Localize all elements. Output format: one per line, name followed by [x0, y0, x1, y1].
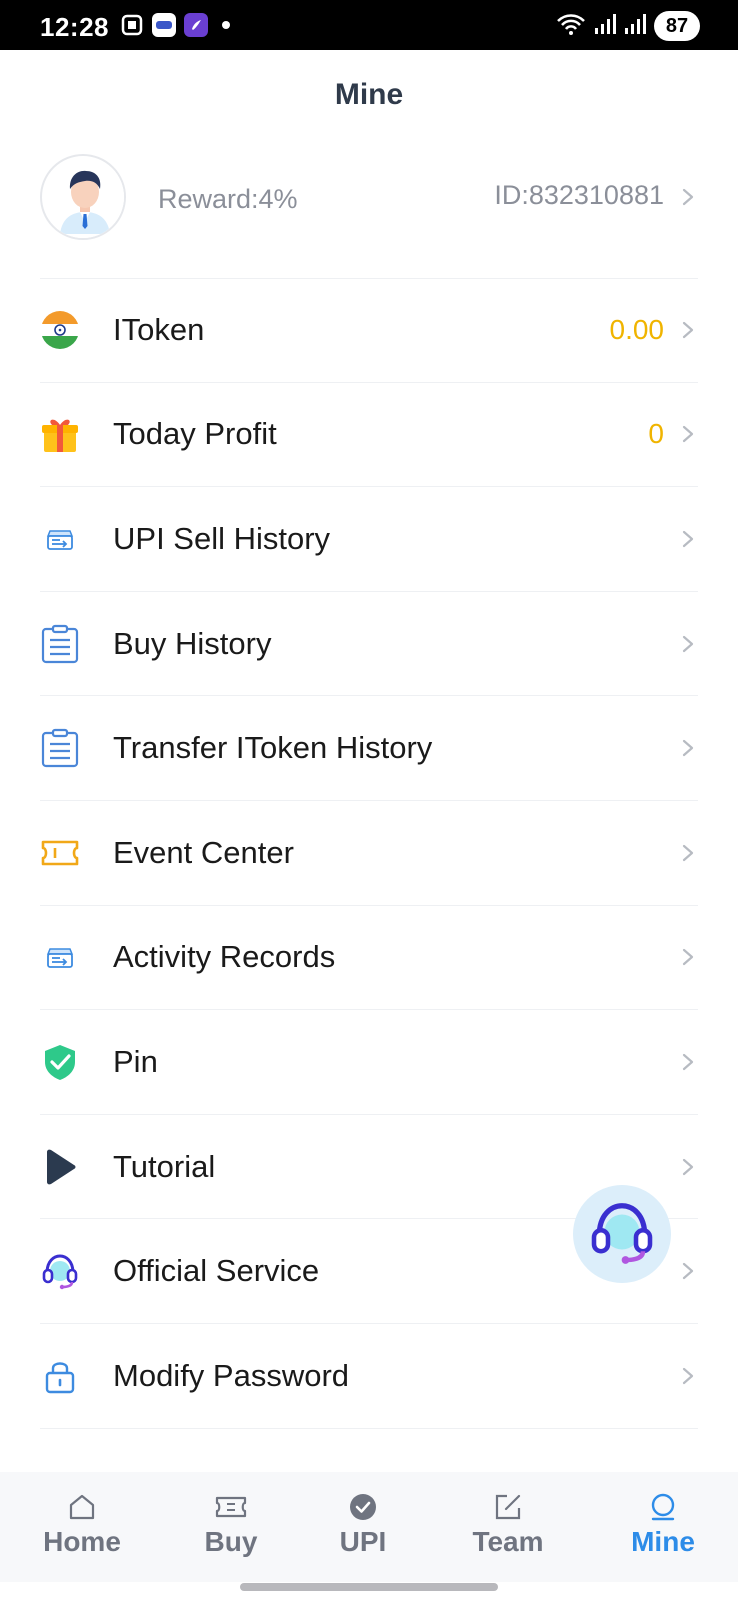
ticket-icon: [40, 833, 80, 873]
menu-item-label: Pin: [113, 1043, 158, 1079]
page-title: Mine: [334, 78, 404, 111]
profile-row[interactable]: Reward:4% ID:832310881: [40, 154, 698, 242]
app-notification-icon: [152, 13, 176, 37]
menu-item-buy-history[interactable]: Buy History: [40, 592, 698, 697]
chevron-right-icon: [678, 1157, 698, 1177]
today-profit-value: 0: [648, 418, 664, 450]
app-notification-icon: [184, 13, 208, 37]
menu-item-modify-password[interactable]: Modify Password: [40, 1324, 698, 1429]
nav-label: Team: [472, 1526, 544, 1557]
menu-item-label: Modify Password: [113, 1357, 350, 1393]
clipboard-icon: [40, 624, 80, 664]
user-icon: [603, 1490, 723, 1524]
lock-icon: [40, 1356, 80, 1396]
menu-item-event-center[interactable]: Event Center: [40, 801, 698, 906]
more-notifications-dot: [222, 21, 230, 29]
status-bar: 12:28 87: [0, 0, 738, 50]
reward-rate: Reward:4%: [158, 184, 298, 214]
chevron-right-icon: [678, 187, 698, 207]
status-system-icons: 87: [556, 11, 700, 41]
menu-item-activity-records[interactable]: Activity Records: [40, 906, 698, 1011]
menu-item-pin[interactable]: Pin: [40, 1010, 698, 1115]
india-flag-icon: [40, 310, 80, 350]
chevron-right-icon: [678, 1366, 698, 1386]
chevron-right-icon: [678, 1052, 698, 1072]
transfer-box-icon: [40, 937, 80, 977]
battery-indicator: 87: [654, 11, 700, 41]
chevron-right-icon: [678, 843, 698, 863]
chevron-right-icon: [678, 947, 698, 967]
shield-check-icon: [40, 1042, 80, 1082]
signal-icon: [624, 12, 646, 41]
menu-item-label: Tutorial: [113, 1148, 216, 1184]
screenshot-icon: [120, 13, 144, 37]
nav-label: Mine: [631, 1526, 695, 1557]
menu-item-label: Official Service: [113, 1253, 320, 1289]
nav-item-home[interactable]: Home: [22, 1490, 142, 1558]
edit-icon: [448, 1490, 568, 1524]
user-id: ID:832310881: [494, 180, 664, 210]
nav-label: UPI: [339, 1526, 387, 1557]
menu-item-transfer-itoken-history[interactable]: Transfer IToken History: [40, 696, 698, 801]
menu-item-itoken[interactable]: IToken 0.00: [40, 278, 698, 383]
chevron-right-icon: [678, 529, 698, 549]
nav-item-buy[interactable]: Buy: [171, 1490, 291, 1558]
transfer-box-icon: [40, 519, 80, 559]
chevron-right-icon: [678, 1261, 698, 1281]
nav-item-team[interactable]: Team: [448, 1490, 568, 1558]
gift-icon: [40, 414, 80, 454]
headset-icon: [40, 1251, 80, 1291]
chevron-right-icon: [678, 424, 698, 444]
menu-item-label: Event Center: [113, 834, 294, 870]
wifi-icon: [556, 12, 586, 41]
home-icon: [22, 1490, 142, 1524]
status-time: 12:28: [40, 12, 109, 42]
menu-item-label: IToken: [113, 311, 205, 347]
check-circle-icon: [303, 1490, 423, 1524]
menu-item-label: Transfer IToken History: [113, 730, 433, 766]
chevron-right-icon: [678, 738, 698, 758]
floating-service-button[interactable]: [573, 1185, 671, 1283]
nav-item-mine[interactable]: Mine: [603, 1490, 723, 1558]
home-indicator[interactable]: [240, 1583, 498, 1591]
avatar[interactable]: [40, 154, 126, 240]
itoken-balance: 0.00: [609, 313, 665, 345]
chevron-right-icon: [678, 320, 698, 340]
menu-item-label: UPI Sell History: [113, 520, 331, 556]
menu-item-label: Activity Records: [113, 939, 336, 975]
nav-label: Buy: [204, 1526, 258, 1557]
nav-item-upi[interactable]: UPI: [303, 1490, 423, 1558]
menu-item-upi-sell-history[interactable]: UPI Sell History: [40, 487, 698, 592]
chevron-right-icon: [678, 634, 698, 654]
status-notification-icons: [120, 13, 230, 37]
nav-label: Home: [43, 1526, 121, 1557]
menu-item-label: Buy History: [113, 625, 272, 661]
bottom-nav: Home Buy UPI Team Mine: [0, 1472, 738, 1582]
menu-item-today-profit[interactable]: Today Profit 0: [40, 383, 698, 488]
signal-icon: [594, 12, 616, 41]
clipboard-icon: [40, 728, 80, 768]
ticket-icon: [171, 1490, 291, 1524]
play-icon: [40, 1147, 80, 1187]
headset-icon: [587, 1197, 657, 1272]
menu-item-label: Today Profit: [113, 416, 277, 452]
